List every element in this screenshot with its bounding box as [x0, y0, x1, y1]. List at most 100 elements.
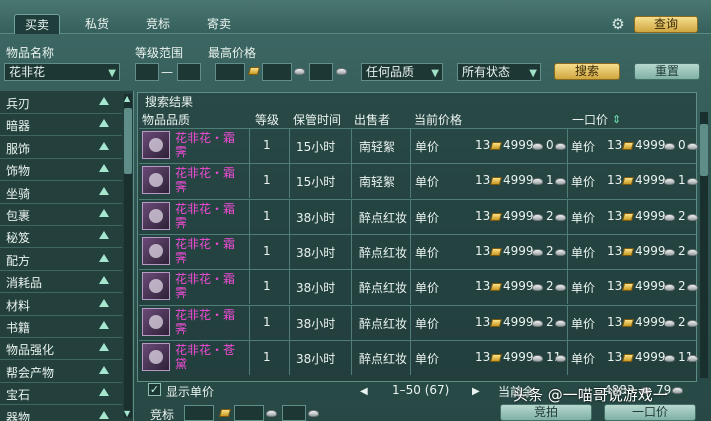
item-icon[interactable] [142, 272, 170, 301]
table-row[interactable]: 花非花・霜霁 1 38小时 醉点红妆 单价 13 4999 2 单价 13 4999 2 [139, 233, 698, 269]
sidebar-item[interactable]: 服饰 [0, 137, 122, 159]
chevron-down-icon[interactable]: ▼ [108, 66, 116, 82]
item-icon[interactable] [142, 166, 170, 195]
sidebar-item[interactable]: 包裹 [0, 204, 122, 226]
item-icon[interactable] [142, 131, 170, 159]
column-divider [567, 129, 568, 163]
table-row[interactable]: 花非花・霜霁 1 15小时 南轻絮 单价 13 4999 0 单价 13 4999 0 [139, 128, 698, 163]
silver-ingot-icon [266, 410, 277, 417]
tab-private-goods[interactable]: 私货 [75, 14, 119, 34]
bid-gold-input[interactable] [184, 405, 214, 421]
reset-button[interactable]: 重置 [634, 63, 700, 80]
table-row[interactable]: 花非花・苍黛 1 38小时 醉点红妆 单价 13 4999 11 单价 13 4999 11 [139, 339, 698, 375]
expand-arrow-icon[interactable] [99, 410, 109, 419]
item-name-input[interactable]: 花非花 ▼ [4, 63, 120, 81]
item-name: 花非花・霜霁 [175, 307, 236, 336]
table-row[interactable]: 花非花・霜霁 1 38小时 醉点红妆 单价 13 4999 2 单价 13 4999 2 [139, 269, 698, 305]
tab-consignment[interactable]: 寄卖 [197, 14, 241, 34]
sidebar-item[interactable]: 坐骑 [0, 182, 122, 204]
sidebar-item-label: 配方 [6, 253, 31, 268]
sidebar-item[interactable]: 饰物 [0, 159, 122, 182]
time-cell: 38小时 [296, 351, 336, 366]
current-price-copper: 2 [546, 208, 554, 223]
expand-arrow-icon[interactable] [99, 321, 109, 329]
expand-arrow-icon[interactable] [99, 276, 109, 285]
header-level[interactable]: 等级 [255, 110, 279, 130]
sidebar-item[interactable]: 书籍 [0, 316, 122, 338]
sidebar-item-label: 坐骑 [6, 186, 31, 201]
item-icon[interactable] [142, 236, 170, 265]
bid-silver-input[interactable] [234, 405, 264, 421]
expand-arrow-icon[interactable] [99, 209, 109, 217]
header-time[interactable]: 保管时间 [293, 110, 341, 130]
level-max-input[interactable] [177, 63, 201, 81]
sidebar-item[interactable]: 秘笈 [0, 226, 122, 249]
header-seller[interactable]: 出售者 [354, 110, 390, 130]
expand-arrow-icon[interactable] [99, 141, 109, 150]
tab-bidding[interactable]: 竞标 [136, 14, 180, 34]
sidebar-item[interactable]: 器物 [0, 406, 122, 421]
prev-page-icon[interactable]: ◀ [360, 386, 368, 397]
max-price-copper-input[interactable] [309, 63, 333, 81]
expand-arrow-icon[interactable] [99, 97, 109, 105]
gear-icon[interactable]: ⚙ [608, 14, 628, 34]
table-row[interactable]: 花非花・霜霁 1 38小时 醉点红妆 单价 13 4999 2 单价 13 4999 2 [139, 198, 698, 234]
time-cell: 38小时 [296, 210, 336, 225]
sidebar-item[interactable]: 材料 [0, 294, 122, 316]
sidebar-item[interactable]: 暗器 [0, 114, 122, 137]
bid-button[interactable]: 竞拍 [500, 404, 592, 421]
expand-arrow-icon[interactable] [99, 388, 109, 397]
expand-arrow-icon[interactable] [99, 343, 109, 352]
next-page-icon[interactable]: ▶ [472, 386, 480, 397]
chevron-down-icon[interactable]: ▼ [529, 66, 537, 82]
column-divider [249, 270, 250, 305]
item-icon[interactable] [142, 342, 170, 371]
expand-arrow-icon[interactable] [99, 253, 109, 262]
expand-arrow-icon[interactable] [99, 119, 109, 128]
sidebar-item[interactable]: 帮会产物 [0, 361, 122, 383]
sidebar-item[interactable]: 消耗品 [0, 271, 122, 294]
expand-arrow-icon[interactable] [99, 365, 109, 374]
header-current-price[interactable]: 当前价格 [414, 110, 462, 130]
gold-ingot-icon [489, 318, 503, 327]
table-row[interactable]: 花非花・霜霁 1 15小时 南轻絮 单价 13 4999 1 单价 13 4999 1 [139, 163, 698, 199]
sidebar-scroll-thumb[interactable] [124, 108, 132, 174]
gold-ingot-icon [621, 212, 635, 221]
gold-ingot-icon [621, 353, 635, 362]
quality-select[interactable]: 任何品质 ▼ [361, 63, 443, 81]
query-button[interactable]: 查询 [634, 16, 698, 33]
sidebar-item[interactable]: 兵刃 [0, 92, 122, 114]
tab-buy-sell[interactable]: 买卖 [14, 14, 61, 34]
sidebar-item-label: 物品强化 [6, 343, 55, 358]
buyout-copper: 1 [678, 173, 686, 188]
sort-icon[interactable]: ⇕ [612, 113, 621, 126]
expand-arrow-icon[interactable] [99, 298, 109, 307]
expand-arrow-icon[interactable] [99, 231, 109, 240]
scroll-down-icon[interactable]: ▼ [124, 409, 130, 418]
header-quality[interactable]: 物品品质 [142, 110, 190, 130]
level-min-input[interactable] [135, 63, 159, 81]
column-divider [410, 199, 411, 234]
sidebar-item[interactable]: 物品强化 [0, 338, 122, 361]
show-unit-price-checkbox[interactable]: ✓ [148, 383, 161, 396]
table-row[interactable]: 花非花・霜霁 1 38小时 醉点红妆 单价 13 4999 2 单价 13 4999 2 [139, 304, 698, 340]
silver-ingot-icon [664, 178, 675, 186]
max-price-silver-input[interactable] [262, 63, 292, 81]
expand-arrow-icon[interactable] [99, 186, 109, 195]
bid-copper-input[interactable] [282, 405, 306, 421]
expand-arrow-icon[interactable] [99, 164, 109, 173]
sidebar-item[interactable]: 宝石 [0, 383, 122, 406]
header-buyout[interactable]: 一口价 [572, 110, 608, 130]
item-icon[interactable] [142, 307, 170, 336]
search-button[interactable]: 搜索 [554, 63, 620, 80]
buyout-copper: 2 [678, 279, 686, 294]
chevron-down-icon[interactable]: ▼ [431, 66, 439, 82]
scroll-up-icon[interactable]: ▲ [124, 94, 130, 103]
item-icon[interactable] [142, 201, 170, 230]
column-divider [289, 129, 290, 163]
max-price-gold-input[interactable] [215, 63, 245, 81]
sidebar-item[interactable]: 配方 [0, 249, 122, 271]
buyout-button[interactable]: 一口价 [604, 404, 696, 421]
status-select[interactable]: 所有状态 ▼ [457, 63, 541, 81]
results-scroll-thumb[interactable] [700, 124, 708, 176]
